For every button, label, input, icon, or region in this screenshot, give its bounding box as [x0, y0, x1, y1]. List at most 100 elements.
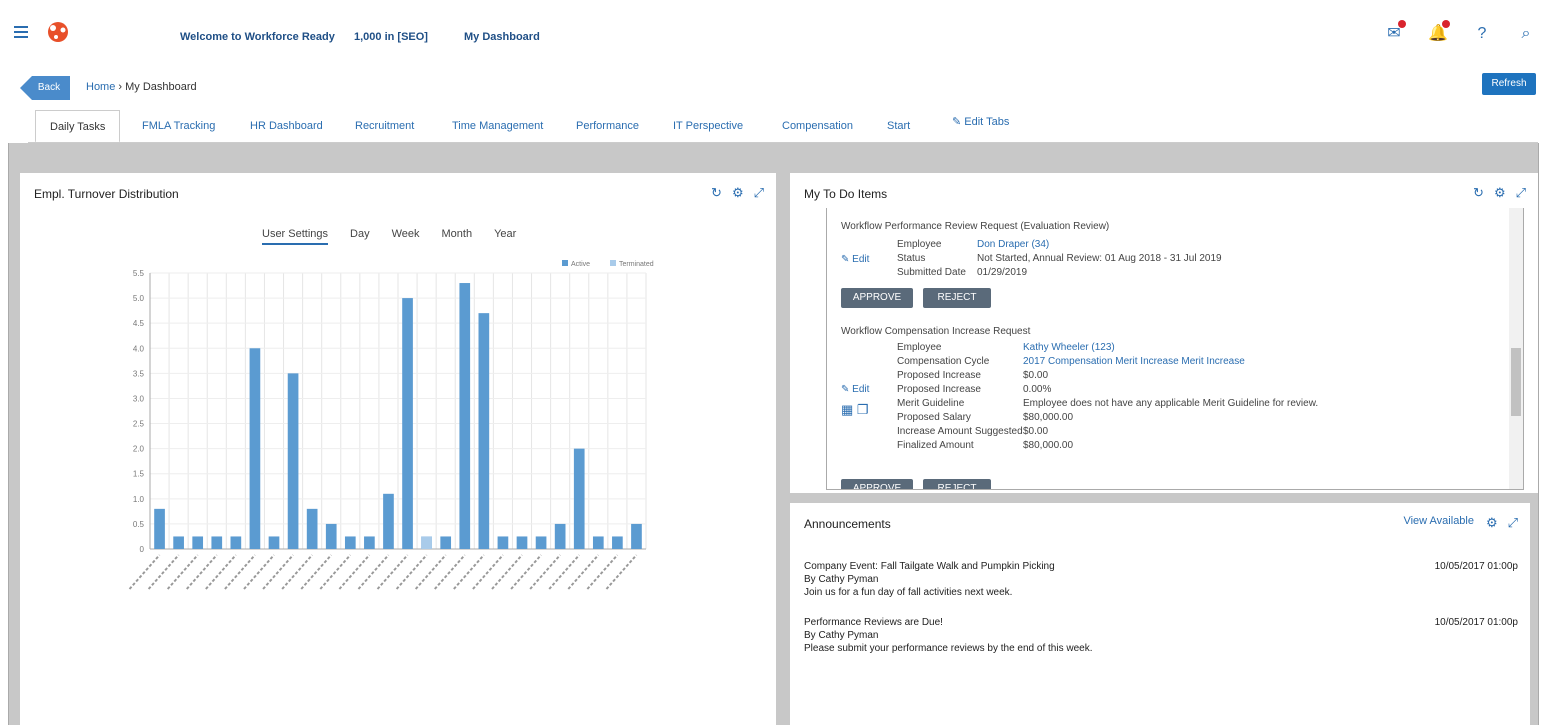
- bar: [573, 448, 585, 549]
- calendar-icon[interactable]: ▦ ❐: [841, 402, 869, 418]
- edit-link[interactable]: ✎ Edit: [841, 384, 869, 395]
- todo-list[interactable]: Workflow Performance Review Request (Eva…: [826, 208, 1524, 490]
- todo-item-heading: Workflow Compensation Increase Request: [841, 326, 1031, 337]
- tab-recruitment[interactable]: Recruitment: [355, 110, 414, 143]
- turnover-chart: 0 0.5 1.0 1.5 2.0 2.5 3.0 3.5 4.0 4.5 5.0 5.5 Active…: [128, 260, 654, 590]
- bar: [306, 508, 318, 549]
- field-value: $80,000.00: [1023, 440, 1074, 451]
- range-tab-week[interactable]: Week: [392, 228, 420, 245]
- field-value: $0.00: [1023, 370, 1049, 381]
- range-tab-day[interactable]: Day: [350, 228, 370, 245]
- search-icon[interactable]: ⌕: [1516, 24, 1536, 44]
- bar: [249, 348, 261, 549]
- tab-performance[interactable]: Performance: [576, 110, 639, 143]
- back-button[interactable]: Back: [20, 76, 70, 100]
- reject-button[interactable]: REJECT: [923, 288, 991, 308]
- turnover-title: Empl. Turnover Distribution: [34, 187, 179, 201]
- announcement-author: By Cathy Pyman: [804, 630, 879, 641]
- expand-icon[interactable]: ⤢: [754, 185, 764, 201]
- bar: [383, 493, 394, 549]
- field-label: Increase Amount Suggested: [897, 426, 1023, 437]
- pencil-icon: ✎: [952, 116, 965, 128]
- tab-it-perspective[interactable]: IT Perspective: [673, 110, 743, 143]
- x-tick-label: [186, 554, 218, 590]
- tab-daily-tasks[interactable]: Daily Tasks: [35, 110, 121, 143]
- field-value: $80,000.00: [1023, 412, 1074, 423]
- reject-button[interactable]: REJECT: [923, 479, 991, 489]
- x-tick-label: [357, 554, 390, 590]
- field-value: 01/29/2019: [977, 267, 1028, 278]
- x-tick-label: [491, 554, 523, 590]
- tab-start[interactable]: Start: [887, 110, 910, 143]
- bar: [325, 523, 337, 549]
- refresh-widget-icon[interactable]: ↻: [1473, 185, 1484, 201]
- breadcrumb-current: My Dashboard: [125, 81, 197, 93]
- inbox-icon[interactable]: ✉: [1384, 20, 1406, 44]
- edit-tabs-link[interactable]: ✎ Edit Tabs: [952, 106, 1009, 139]
- bar: [478, 313, 490, 549]
- field-link[interactable]: Kathy Wheeler (123): [1023, 342, 1115, 353]
- refresh-button[interactable]: Refresh: [1482, 73, 1536, 95]
- edit-link[interactable]: ✎ Edit: [841, 254, 869, 265]
- x-tick-label: [376, 554, 409, 590]
- bar: [459, 283, 471, 549]
- approve-button[interactable]: APPROVE: [841, 288, 913, 308]
- notification-bell-icon[interactable]: 🔔: [1428, 20, 1450, 44]
- bar: [440, 536, 452, 549]
- field-label: Merit Guideline: [897, 398, 965, 409]
- refresh-widget-icon[interactable]: ↻: [711, 185, 722, 201]
- tab-hr-dashboard[interactable]: HR Dashboard: [250, 110, 323, 143]
- pencil-icon: ✎: [841, 384, 853, 395]
- field-label: Employee: [897, 239, 942, 250]
- tab-time-management[interactable]: Time Management: [452, 110, 543, 143]
- bar: [497, 536, 509, 549]
- bar: [230, 536, 242, 549]
- field-link[interactable]: 2017 Compensation Merit Increase Merit I…: [1023, 356, 1245, 367]
- bar: [631, 523, 642, 549]
- x-tick-label: [300, 554, 332, 590]
- expand-icon[interactable]: ⤢: [1516, 185, 1526, 201]
- approve-button[interactable]: APPROVE: [841, 479, 913, 489]
- bar: [344, 536, 356, 549]
- settings-gear-icon[interactable]: ⚙: [1494, 185, 1506, 201]
- scroll-thumb[interactable]: [1511, 348, 1521, 416]
- announcements-panel: Announcements View Available ⚙ ⤢ Company…: [790, 503, 1530, 725]
- y-tick-label: 1.5: [133, 470, 145, 479]
- bar: [516, 536, 528, 549]
- view-available-link[interactable]: View Available: [1403, 515, 1474, 527]
- range-tab-year[interactable]: Year: [494, 228, 516, 245]
- y-tick-label: 2.0: [133, 445, 145, 454]
- field-value: 0.00%: [1023, 384, 1052, 395]
- my-dashboard-link[interactable]: My Dashboard: [464, 31, 540, 43]
- x-tick-label: [510, 554, 542, 590]
- menu-icon[interactable]: [14, 26, 28, 38]
- x-tick-label: [166, 554, 199, 590]
- breadcrumb-home[interactable]: Home: [86, 81, 115, 93]
- x-tick-label: [567, 554, 600, 590]
- settings-gear-icon[interactable]: ⚙: [1486, 515, 1498, 531]
- announcement-title[interactable]: Company Event: Fall Tailgate Walk and Pu…: [804, 561, 1055, 572]
- todo-panel: My To Do Items ↻ ⚙ ⤢ Workflow Performanc…: [790, 173, 1538, 493]
- scrollbar[interactable]: [1509, 208, 1523, 489]
- y-tick-label: 3.5: [133, 369, 145, 378]
- field-value: Employee does not have any applicable Me…: [1023, 398, 1319, 409]
- y-tick-label: 0.5: [133, 520, 145, 529]
- bar: [173, 536, 184, 549]
- settings-gear-icon[interactable]: ⚙: [732, 185, 744, 201]
- x-tick-label: [605, 554, 638, 590]
- tab-fmla-tracking[interactable]: FMLA Tracking: [142, 110, 215, 143]
- bar: [554, 523, 566, 549]
- field-label: Status: [897, 253, 926, 264]
- y-tick-label: 5.5: [133, 269, 145, 278]
- range-tab-user-settings[interactable]: User Settings: [262, 228, 329, 245]
- employee-link[interactable]: Don Draper (34): [977, 239, 1049, 250]
- y-tick-label: 5.0: [133, 294, 145, 303]
- x-tick-label: [586, 554, 619, 590]
- company-selector[interactable]: 1,000 in [SEO]: [354, 31, 428, 43]
- help-icon[interactable]: ?: [1472, 24, 1492, 44]
- expand-icon[interactable]: ⤢: [1508, 515, 1518, 531]
- tab-compensation[interactable]: Compensation: [782, 110, 853, 143]
- bar: [592, 536, 604, 549]
- announcement-title[interactable]: Performance Reviews are Due!: [804, 617, 943, 628]
- range-tab-month[interactable]: Month: [442, 228, 473, 245]
